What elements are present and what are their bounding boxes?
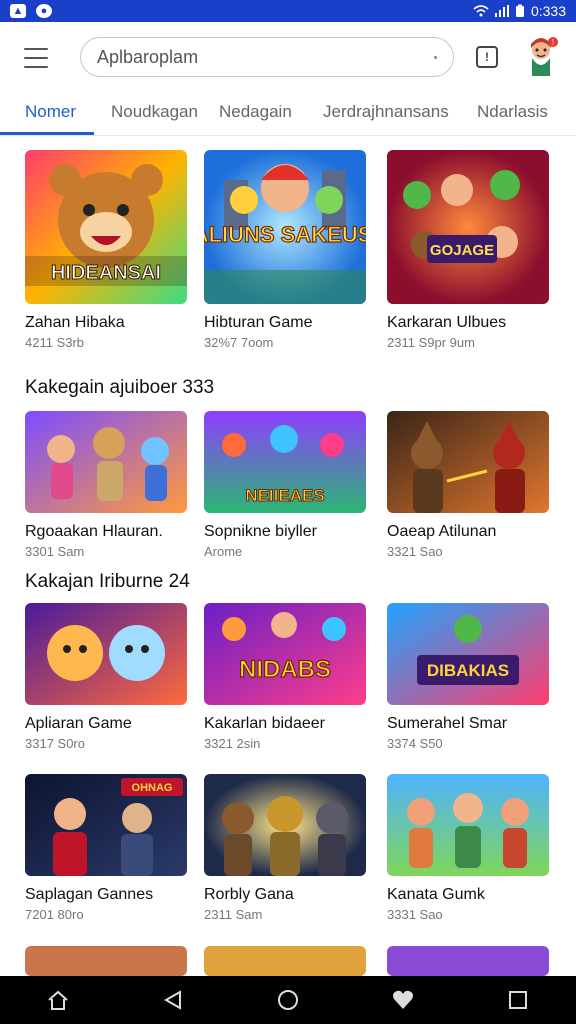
thumb-title: NIDABS bbox=[239, 656, 331, 683]
section-title: Kakegain ajuiboer 333 bbox=[25, 377, 215, 398]
card-title: Apliaran Game bbox=[25, 715, 132, 732]
game-card[interactable]: OHNAG Saplagan Gannes 7201 80ro bbox=[25, 774, 187, 922]
search-text: Aplbaroplam bbox=[97, 46, 199, 67]
game-thumbnail: DIBAKIAS bbox=[387, 603, 549, 705]
camera-icon: ● bbox=[36, 4, 52, 18]
card-title: Rgoaakan Hlauran. bbox=[25, 523, 163, 540]
back-icon[interactable] bbox=[153, 980, 193, 1020]
card-title: Zahan Hibaka bbox=[25, 314, 125, 331]
game-card[interactable]: Apliaran Game 3317 S0ro bbox=[25, 603, 187, 751]
card-title: Sumerahel Smar bbox=[387, 715, 508, 732]
category-tabs: Nomer Noudkagan Nedagain Jerdrajhnansans… bbox=[0, 94, 576, 136]
game-thumbnail: NEIIEAES bbox=[204, 411, 366, 513]
card-title: Karkaran Ulbues bbox=[387, 314, 507, 331]
card-title: Rorbly Gana bbox=[204, 886, 294, 903]
card-meta: Arome bbox=[204, 544, 243, 559]
status-time: 0:333 bbox=[530, 3, 566, 19]
recents-icon[interactable] bbox=[498, 980, 538, 1020]
notification-badge: ! bbox=[552, 38, 554, 47]
game-thumbnail-partial[interactable] bbox=[387, 946, 549, 976]
card-meta: 3374 S50 bbox=[387, 736, 443, 751]
game-card[interactable]: Kanata Gumk 3331 Sao bbox=[387, 774, 549, 922]
game-thumbnail: OHNAG bbox=[25, 774, 187, 876]
game-card[interactable]: GOJAGE Karkaran Ulbues 2311 S9pr 9um bbox=[387, 150, 549, 350]
game-thumbnail bbox=[387, 774, 549, 876]
thumb-title: DIBAKIAS bbox=[427, 661, 509, 680]
game-thumbnail bbox=[387, 411, 549, 513]
game-card[interactable]: Rgoaakan Hlauran. 3301 Sam bbox=[25, 411, 187, 559]
game-card[interactable]: Oaeap Atilunan 3321 Sao bbox=[387, 411, 549, 559]
tab-ndarlasis[interactable]: Ndarlasis bbox=[477, 102, 548, 122]
game-thumbnail: NIDABS bbox=[204, 603, 366, 705]
thumb-title: OHNAG bbox=[132, 782, 173, 794]
game-thumbnail bbox=[25, 603, 187, 705]
card-title: Hibturan Game bbox=[204, 314, 313, 331]
game-thumbnail bbox=[204, 774, 366, 876]
battery-icon bbox=[515, 4, 524, 17]
heart-icon[interactable] bbox=[383, 980, 423, 1020]
game-thumbnail-partial[interactable] bbox=[204, 946, 366, 976]
game-card[interactable]: DIBAKIAS Sumerahel Smar 3374 S50 bbox=[387, 603, 549, 751]
tab-nomer[interactable]: Nomer bbox=[25, 102, 76, 122]
game-thumbnail: GOJAGE bbox=[387, 150, 549, 304]
search-input[interactable]: Aplbaroplam bbox=[80, 37, 454, 77]
thumb-title: NALIUNS SAKEUSSI bbox=[204, 222, 366, 247]
gallery-icon: ▲ bbox=[10, 4, 26, 18]
avatar[interactable]: ! bbox=[524, 36, 558, 76]
menu-icon[interactable] bbox=[24, 48, 48, 68]
card-meta: 4211 S3rb bbox=[25, 335, 85, 350]
app-header: Aplbaroplam ! ! bbox=[0, 22, 576, 94]
game-card[interactable]: NEIIEAES Sopnikne biyller Arome bbox=[204, 411, 366, 559]
card-title: Sopnikne biyller bbox=[204, 523, 317, 540]
card-title: Kanata Gumk bbox=[387, 886, 485, 903]
card-meta: 3301 Sam bbox=[25, 544, 85, 559]
card-title: Oaeap Atilunan bbox=[387, 523, 497, 540]
card-meta: 3321 2sin bbox=[204, 736, 261, 751]
card-title: Kakarlan bidaeer bbox=[204, 715, 325, 732]
chat-icon[interactable]: ! bbox=[476, 46, 498, 68]
tab-nedagain[interactable]: Nedagain bbox=[219, 102, 292, 122]
status-bar: ▲ ● 0:333 bbox=[0, 0, 576, 22]
game-card[interactable]: NALIUNS SAKEUSSI Hibturan Game 32%7 7oom bbox=[204, 150, 366, 350]
signal-icon bbox=[494, 5, 509, 17]
game-thumbnail: HIDEANSAI bbox=[25, 150, 187, 304]
card-meta: 3317 S0ro bbox=[25, 736, 85, 751]
thumb-title: NEIIEAES bbox=[245, 486, 324, 505]
section-title: Kakajan Iriburne 24 bbox=[25, 571, 190, 592]
thumb-title: HIDEANSAI bbox=[51, 262, 161, 284]
card-meta: 3331 Sao bbox=[387, 907, 443, 922]
system-nav-bar bbox=[0, 976, 576, 1024]
thumb-title: GOJAGE bbox=[430, 242, 494, 259]
game-thumbnail bbox=[25, 411, 187, 513]
game-thumbnail-partial[interactable] bbox=[25, 946, 187, 976]
card-meta: 2311 S9pr 9um bbox=[387, 335, 475, 350]
game-card[interactable]: Rorbly Gana 2311 Sam bbox=[204, 774, 366, 922]
circle-home-icon[interactable] bbox=[268, 980, 308, 1020]
game-card[interactable]: HIDEANSAI Zahan Hibaka 4211 S3rb bbox=[25, 150, 187, 350]
card-meta: 32%7 7oom bbox=[204, 335, 274, 350]
card-meta: 3321 Sao bbox=[387, 544, 443, 559]
game-card[interactable]: NIDABS Kakarlan bidaeer 3321 2sin bbox=[204, 603, 366, 751]
wifi-icon bbox=[473, 5, 489, 17]
tab-indicator bbox=[0, 132, 94, 135]
home-icon[interactable] bbox=[38, 980, 78, 1020]
search-caret-icon bbox=[434, 55, 437, 59]
card-meta: 7201 80ro bbox=[25, 907, 84, 922]
game-thumbnail: NALIUNS SAKEUSSI bbox=[204, 150, 366, 304]
card-title: Saplagan Gannes bbox=[25, 886, 154, 903]
tab-noudkagan[interactable]: Noudkagan bbox=[111, 102, 198, 122]
card-meta: 2311 Sam bbox=[204, 907, 263, 922]
tab-jerdrajhnansans[interactable]: Jerdrajhnansans bbox=[323, 102, 449, 122]
